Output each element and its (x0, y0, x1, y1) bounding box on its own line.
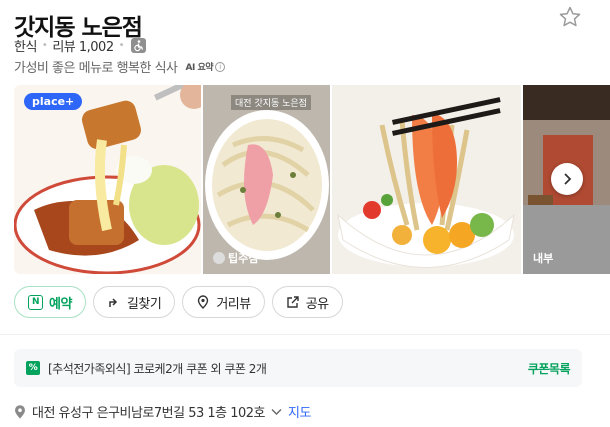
salmon-noodles-image (332, 85, 521, 274)
map-link[interactable]: 지도 (288, 402, 311, 421)
action-bar: N 예약 길찾기 거리뷰 공유 (14, 286, 343, 318)
author-avatar (213, 252, 225, 264)
photo-pasta[interactable]: 대전 갓지동 노은점 팁주심 (203, 85, 330, 274)
directions-label: 길찾기 (126, 296, 162, 312)
pasta-image (203, 85, 330, 274)
naver-reserve-icon: N (28, 294, 43, 310)
place-meta: 한식 • 리뷰 1,002 • (14, 36, 147, 55)
address-row: 대전 유성구 은구비남로7번길 53 1층 102호 지도 (14, 402, 311, 421)
street-view-label: 거리뷰 (216, 296, 251, 312)
share-icon (287, 296, 299, 308)
photo-caption: 대전 갓지동 노은점 (231, 95, 311, 110)
review-count[interactable]: 리뷰 1,002 (52, 36, 114, 55)
directions-icon (109, 298, 117, 307)
photo-author: 팁주심 (213, 250, 258, 266)
separator-dot: • (118, 40, 125, 51)
separator-dot: • (41, 40, 48, 51)
coupon-list-link[interactable]: 쿠폰목록 (528, 360, 571, 377)
chevron-down-icon[interactable] (271, 408, 282, 416)
category-label: 한식 (14, 40, 37, 55)
photo-salmon-noodles[interactable] (332, 85, 521, 274)
gallery-next-button[interactable] (551, 163, 583, 195)
description-text: 가성비 좋은 메뉴로 행복한 식사 (14, 61, 178, 76)
ai-summary-badge[interactable]: AI 요약 i (186, 60, 226, 73)
place-plus-badge: place+ (24, 93, 83, 110)
share-label: 공유 (305, 296, 329, 312)
interior-label: 내부 (533, 252, 554, 265)
chevron-right-icon (564, 173, 572, 185)
reserve-label: 예약 (49, 296, 72, 312)
location-pin-icon (198, 295, 209, 309)
reserve-button[interactable]: N 예약 (14, 286, 86, 318)
author-name: 팁주심 (228, 252, 259, 265)
place-description: 가성비 좋은 메뉴로 행복한 식사 AI 요약 i (14, 57, 226, 76)
share-button[interactable]: 공유 (271, 286, 343, 318)
coupon-icon: % (26, 361, 40, 375)
info-icon[interactable]: i (215, 61, 226, 72)
star-icon[interactable] (558, 5, 582, 29)
photo-gallery[interactable]: place+ 대전 갓지동 노은점 팁주심 내부 (14, 85, 610, 274)
photo-cutlet[interactable]: place+ (14, 85, 201, 274)
directions-button[interactable]: 길찾기 (92, 286, 176, 318)
coupon-text: [추석전가족외식] 코로케2개 쿠폰 외 쿠폰 2개 (48, 361, 267, 376)
address-text: 대전 유성구 은구비남로7번길 53 1층 102호 (32, 406, 266, 421)
coupon-banner[interactable]: % [추석전가족외식] 코로케2개 쿠폰 외 쿠폰 2개 쿠폰목록 (14, 349, 582, 387)
section-divider (0, 334, 610, 335)
ai-summary-label: AI 요약 (185, 63, 214, 73)
street-view-button[interactable]: 거리뷰 (182, 286, 265, 318)
cutlet-image (14, 85, 201, 274)
wheelchair-icon (131, 38, 147, 53)
map-pin-icon (15, 404, 25, 418)
